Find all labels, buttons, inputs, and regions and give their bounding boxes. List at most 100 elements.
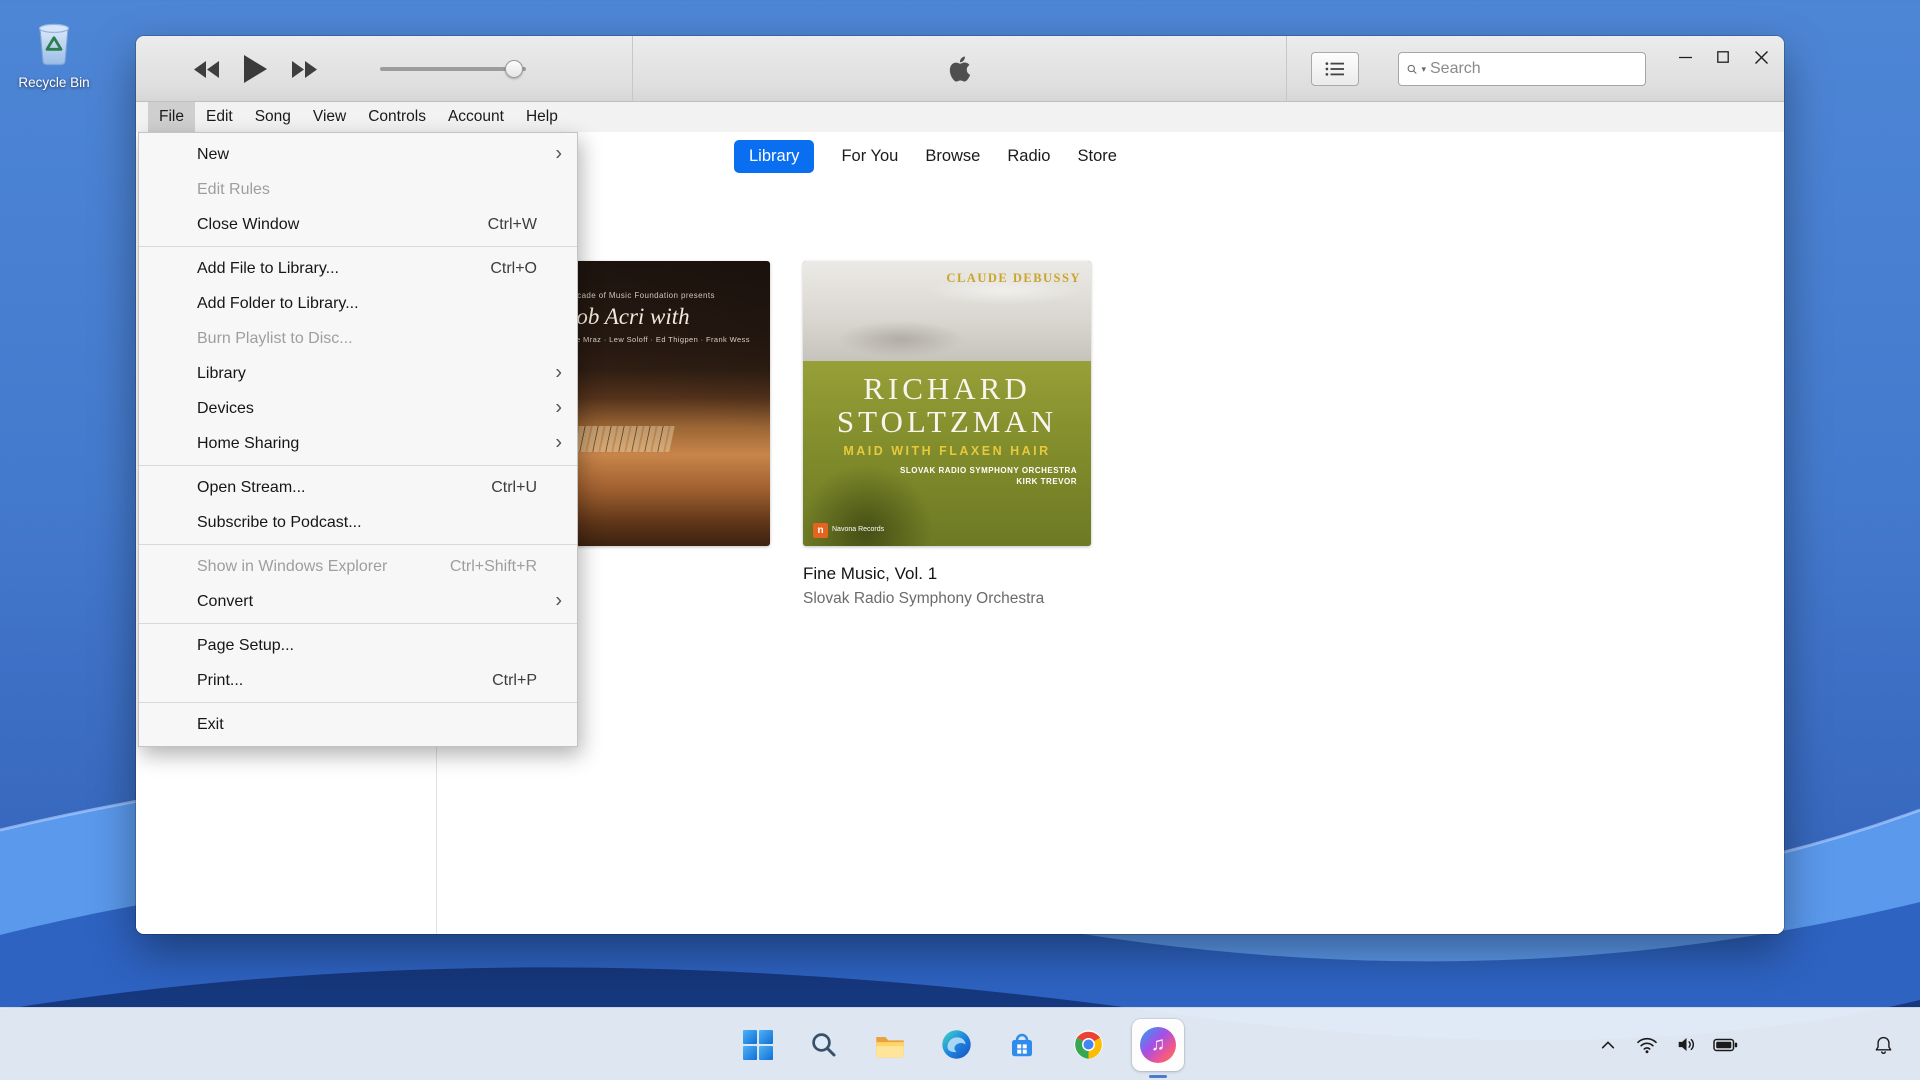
album-cover-artist-line1: RICHARD xyxy=(803,361,1091,406)
menu-item-subscribe-to-podcast[interactable]: Subscribe to Podcast... xyxy=(139,505,577,540)
taskbar-search-button[interactable] xyxy=(802,1023,846,1067)
album-cover-artist-line2: STOLTZMAN xyxy=(803,406,1091,439)
menu-item-library[interactable]: Library › xyxy=(139,356,577,391)
fast-forward-button[interactable] xyxy=(291,61,317,78)
store-bag-icon xyxy=(1007,1030,1037,1060)
shortcut-label: Ctrl+O xyxy=(490,260,537,278)
play-button[interactable] xyxy=(244,55,267,83)
search-scope-chevron-icon[interactable]: ▾ xyxy=(1421,64,1426,75)
album-cover-photo: CLAUDE DEBUSSY xyxy=(803,261,1091,361)
album-cover-composer: CLAUDE DEBUSSY xyxy=(946,271,1081,286)
close-button[interactable] xyxy=(1746,42,1776,72)
menu-account[interactable]: Account xyxy=(437,102,515,132)
menu-item-show-in-windows-explorer: Show in Windows Explorer Ctrl+Shift+R xyxy=(139,549,577,584)
search-field[interactable]: ▾ xyxy=(1398,52,1646,86)
toolbar-separator xyxy=(1286,36,1287,101)
menu-item-print[interactable]: Print... Ctrl+P xyxy=(139,663,577,698)
menu-view[interactable]: View xyxy=(302,102,357,132)
tray-chevron-up-icon[interactable] xyxy=(1595,1032,1621,1058)
menu-item-burn-playlist: Burn Playlist to Disc... xyxy=(139,321,577,356)
menu-separator xyxy=(139,246,577,247)
record-label-name: Navona Records xyxy=(832,526,884,534)
windows-logo-icon xyxy=(743,1030,773,1060)
tab-library[interactable]: Library xyxy=(734,140,814,173)
taskbar-center-icons: ♫ xyxy=(736,1008,1184,1080)
submenu-chevron-icon: › xyxy=(555,142,562,165)
volume-slider[interactable] xyxy=(380,36,526,102)
apple-logo-icon xyxy=(945,53,975,85)
album-tile-fine-music[interactable]: CLAUDE DEBUSSY RICHARD STOLTZMAN MAID WI… xyxy=(803,261,1091,546)
edge-browser-button[interactable] xyxy=(934,1023,978,1067)
maximize-button[interactable] xyxy=(1708,42,1738,72)
menu-item-exit[interactable]: Exit xyxy=(139,707,577,742)
nav-tabs: Library For You Browse Radio Store xyxy=(734,132,1117,180)
wifi-icon[interactable] xyxy=(1634,1032,1660,1058)
edge-icon xyxy=(941,1029,972,1060)
file-explorer-button[interactable] xyxy=(868,1023,912,1067)
view-list-button[interactable] xyxy=(1311,52,1359,86)
volume-knob[interactable] xyxy=(505,60,523,78)
playback-toolbar: ▾ xyxy=(136,36,1784,102)
menu-item-page-setup[interactable]: Page Setup... xyxy=(139,628,577,663)
tab-for-you[interactable]: For You xyxy=(841,147,898,166)
folder-icon xyxy=(874,1031,906,1059)
menu-item-new[interactable]: New › xyxy=(139,137,577,172)
volume-tray-icon[interactable] xyxy=(1673,1032,1699,1058)
menu-help[interactable]: Help xyxy=(515,102,569,132)
menu-separator xyxy=(139,623,577,624)
shortcut-label: Ctrl+Shift+R xyxy=(450,558,537,576)
itunes-taskbar-button[interactable]: ♫ xyxy=(1132,1019,1184,1071)
album-cover-orchestra: SLOVAK RADIO SYMPHONY ORCHESTRA xyxy=(803,466,1091,475)
menu-item-open-stream[interactable]: Open Stream... Ctrl+U xyxy=(139,470,577,505)
search-input[interactable] xyxy=(1430,60,1637,78)
menu-item-edit-rules: Edit Rules xyxy=(139,172,577,207)
menu-item-convert[interactable]: Convert › xyxy=(139,584,577,619)
chrome-icon xyxy=(1073,1029,1104,1060)
file-menu-dropdown: New › Edit Rules Close Window Ctrl+W Add… xyxy=(138,132,578,747)
album-cover-lower: RICHARD STOLTZMAN MAID WITH FLAXEN HAIR … xyxy=(803,361,1091,546)
album-title: Fine Music, Vol. 1 xyxy=(803,564,1044,584)
transport-controls xyxy=(194,36,317,102)
chrome-browser-button[interactable] xyxy=(1066,1023,1110,1067)
microsoft-store-button[interactable] xyxy=(1000,1023,1044,1067)
itunes-icon: ♫ xyxy=(1140,1027,1176,1063)
menu-item-home-sharing[interactable]: Home Sharing › xyxy=(139,426,577,461)
rewind-button[interactable] xyxy=(194,61,220,78)
album-cover-subtitle: MAID WITH FLAXEN HAIR xyxy=(803,444,1091,458)
menu-item-add-file-to-library[interactable]: Add File to Library... Ctrl+O xyxy=(139,251,577,286)
search-icon xyxy=(1407,62,1417,77)
battery-icon[interactable] xyxy=(1712,1032,1738,1058)
start-button[interactable] xyxy=(736,1023,780,1067)
menu-separator xyxy=(139,544,577,545)
menu-item-close-window[interactable]: Close Window Ctrl+W xyxy=(139,207,577,242)
tab-radio[interactable]: Radio xyxy=(1007,147,1050,166)
menu-bar: File Edit Song View Controls Account Hel… xyxy=(136,102,1784,132)
record-label-mark: n xyxy=(813,523,828,538)
submenu-chevron-icon: › xyxy=(555,396,562,419)
menu-separator xyxy=(139,702,577,703)
volume-track xyxy=(380,67,526,71)
recycle-bin-label: Recycle Bin xyxy=(12,75,96,90)
shortcut-label: Ctrl+P xyxy=(492,672,537,690)
bell-icon xyxy=(1873,1034,1894,1056)
toolbar-separator xyxy=(632,36,633,101)
submenu-chevron-icon: › xyxy=(555,361,562,384)
taskbar: ♫ xyxy=(0,1007,1920,1080)
menu-file[interactable]: File xyxy=(148,102,195,132)
shortcut-label: Ctrl+W xyxy=(488,216,537,234)
menu-controls[interactable]: Controls xyxy=(357,102,437,132)
menu-song[interactable]: Song xyxy=(244,102,302,132)
list-icon xyxy=(1324,60,1346,78)
tab-browse[interactable]: Browse xyxy=(925,147,980,166)
notification-bell-button[interactable] xyxy=(1873,1008,1894,1080)
menu-edit[interactable]: Edit xyxy=(195,102,244,132)
tab-store[interactable]: Store xyxy=(1077,147,1116,166)
itunes-window: ▾ File Edit Song View Controls Account H… xyxy=(136,36,1784,934)
recycle-bin-icon xyxy=(26,12,82,68)
menu-item-devices[interactable]: Devices › xyxy=(139,391,577,426)
recycle-bin-shortcut[interactable]: Recycle Bin xyxy=(12,12,96,90)
menu-item-add-folder-to-library[interactable]: Add Folder to Library... xyxy=(139,286,577,321)
record-label-logo: n Navona Records xyxy=(813,523,884,538)
minimize-button[interactable] xyxy=(1670,42,1700,72)
submenu-chevron-icon: › xyxy=(555,589,562,612)
